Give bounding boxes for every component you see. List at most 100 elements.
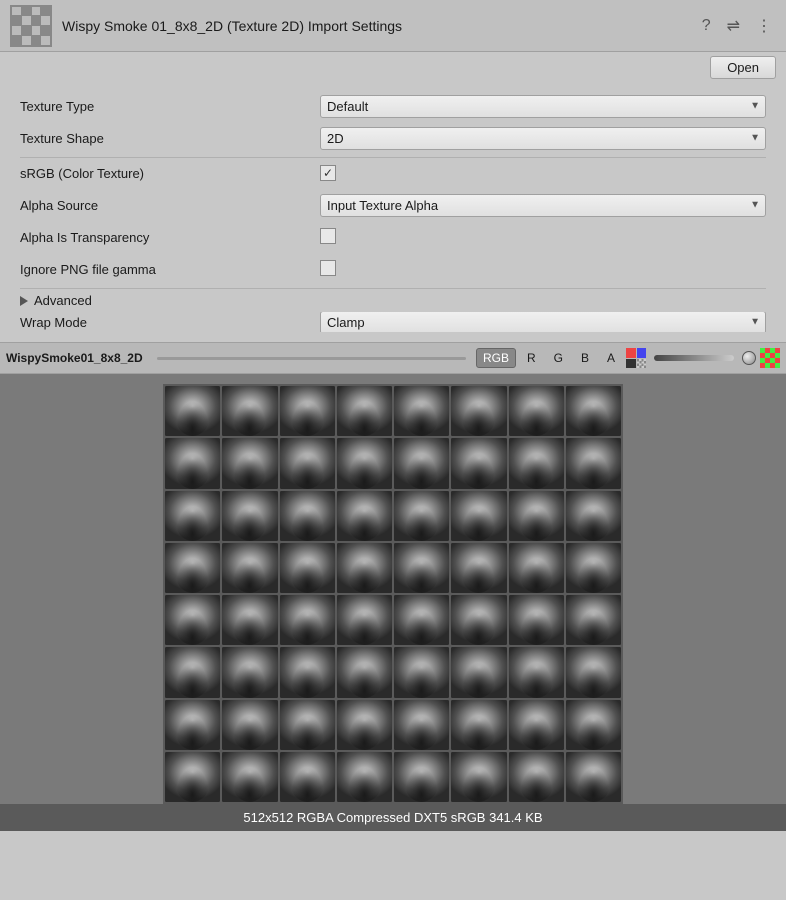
wrap-mode-dropdown[interactable]: Clamp [320,312,766,332]
smoke-cell [566,543,621,593]
texture-shape-label: Texture Shape [20,131,320,146]
smoke-cell [566,491,621,541]
texture-type-row: Texture Type Default ▼ [20,93,766,119]
brightness-track[interactable] [654,355,734,361]
smoke-cell [337,752,392,802]
smoke-cell [566,752,621,802]
smoke-cell [337,491,392,541]
smoke-cell [222,595,277,645]
smoke-cell [451,647,506,697]
title-controls: ? ⇌ ⋮ [698,14,776,38]
smoke-cell [509,595,564,645]
smoke-cell [566,438,621,488]
title-bar: Wispy Smoke 01_8x8_2D (Texture 2D) Impor… [0,0,786,52]
menu-button[interactable]: ⋮ [752,14,776,38]
smoke-cell [165,647,220,697]
preview-area [0,374,786,804]
channel-b-button[interactable]: B [574,348,596,368]
smoke-cell [280,647,335,697]
wrap-mode-row: Wrap Mode Clamp ▼ [20,312,766,332]
ignore-png-checkbox[interactable] [320,260,336,276]
texture-shape-dropdown-wrapper: 2D ▼ [320,127,766,150]
ignore-png-row: Ignore PNG file gamma [20,256,766,282]
smoke-cell [280,491,335,541]
smoke-cell [280,543,335,593]
smoke-cell [280,386,335,436]
smoke-cell [451,438,506,488]
open-button[interactable]: Open [710,56,776,79]
alpha-transparency-label: Alpha Is Transparency [20,230,320,245]
brightness-slider[interactable] [742,351,756,365]
smoke-cell [337,438,392,488]
texture-type-label: Texture Type [20,99,320,114]
smoke-cell [566,386,621,436]
texture-type-dropdown-wrapper: Default ▼ [320,95,766,118]
slider-button[interactable]: ⇌ [723,14,744,38]
divider-1 [20,157,766,158]
srgb-label: sRGB (Color Texture) [20,166,320,181]
slider-track[interactable] [157,357,466,360]
smoke-cell [509,700,564,750]
alpha-source-dropdown[interactable]: Input Texture Alpha [320,194,766,217]
channel-a-button[interactable]: A [600,348,622,368]
srgb-checkbox[interactable] [320,165,336,181]
smoke-cell [165,595,220,645]
texture-shape-control: 2D ▼ [320,127,766,150]
checker-icon[interactable] [760,348,780,368]
smoke-cell [280,700,335,750]
texture-shape-dropdown[interactable]: 2D [320,127,766,150]
alpha-transparency-control [320,228,766,247]
smoke-cell [509,543,564,593]
smoke-cell [509,438,564,488]
smoke-cell [509,491,564,541]
window-title: Wispy Smoke 01_8x8_2D (Texture 2D) Impor… [62,18,698,34]
channel-g-button[interactable]: G [547,348,570,368]
smoke-cell [566,595,621,645]
settings-panel: Texture Type Default ▼ Texture Shape 2D … [0,83,786,342]
smoke-cell [566,647,621,697]
color-grid-checker [637,359,647,369]
smoke-cell [165,752,220,802]
color-grid-blue [637,348,647,358]
smoke-cell [337,386,392,436]
alpha-source-control: Input Texture Alpha ▼ [320,194,766,217]
alpha-transparency-checkbox[interactable] [320,228,336,244]
smoke-cell [451,752,506,802]
smoke-cell [394,700,449,750]
smoke-cell [222,647,277,697]
advanced-label: Advanced [34,293,92,308]
smoke-cell [337,700,392,750]
ignore-png-control [320,260,766,279]
smoke-cell [222,700,277,750]
help-button[interactable]: ? [698,15,715,37]
smoke-cell [394,543,449,593]
smoke-cell [451,595,506,645]
title-icon [10,5,52,47]
smoke-cell [165,386,220,436]
smoke-grid [163,384,623,804]
color-grid-icon[interactable] [626,348,646,368]
smoke-cell [165,543,220,593]
smoke-cell [280,595,335,645]
channel-r-button[interactable]: R [520,348,543,368]
preview-canvas [163,384,623,804]
smoke-cell [337,647,392,697]
ignore-png-label: Ignore PNG file gamma [20,262,320,277]
advanced-row[interactable]: Advanced [20,293,766,308]
wrap-mode-label: Wrap Mode [20,315,320,330]
smoke-cell [509,647,564,697]
divider-2 [20,288,766,289]
smoke-cell [337,595,392,645]
status-bar: 512x512 RGBA Compressed DXT5 sRGB 341.4 … [0,804,786,831]
texture-type-dropdown[interactable]: Default [320,95,766,118]
channel-rgb-button[interactable]: RGB [476,348,516,368]
smoke-cell [451,386,506,436]
status-text: 512x512 RGBA Compressed DXT5 sRGB 341.4 … [243,810,542,825]
alpha-transparency-row: Alpha Is Transparency [20,224,766,250]
color-grid-dark [626,359,636,369]
advanced-triangle-icon [20,296,28,306]
color-grid-red [626,348,636,358]
smoke-cell [566,700,621,750]
smoke-cell [394,438,449,488]
smoke-cell [394,491,449,541]
